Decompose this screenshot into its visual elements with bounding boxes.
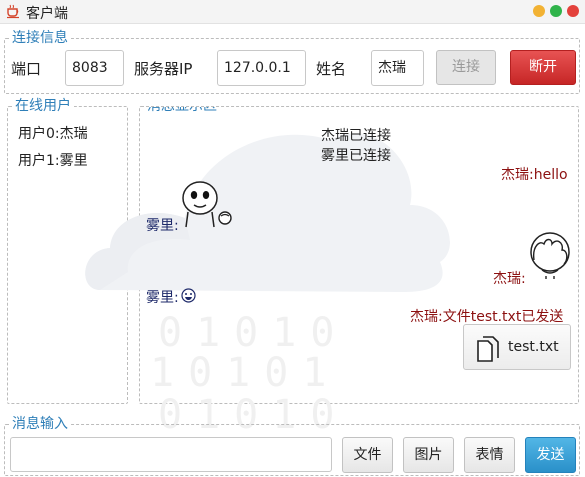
- window-title: 客户端: [26, 6, 68, 22]
- message-input-legend: 消息输入: [9, 415, 71, 433]
- name-field[interactable]: 杰瑞: [371, 50, 424, 86]
- connection-legend: 连接信息: [9, 29, 71, 47]
- maximize-button[interactable]: [550, 5, 562, 17]
- server-ip-field[interactable]: 127.0.0.1: [217, 50, 306, 86]
- other-message: 雾里:: [146, 290, 179, 306]
- connect-button[interactable]: 连接: [436, 50, 496, 85]
- message-display-legend: 消息显示区: [144, 107, 220, 115]
- smiley-emoji-icon: [181, 288, 196, 303]
- online-user-item[interactable]: 用户0:杰瑞: [18, 123, 88, 143]
- image-button[interactable]: 图片: [403, 437, 454, 473]
- file-name: test.txt: [508, 339, 559, 355]
- close-button[interactable]: [567, 5, 579, 17]
- coffee-cup-icon: [7, 4, 19, 19]
- my-message: 杰瑞:hello: [501, 167, 568, 183]
- system-message: 杰瑞已连接: [321, 128, 391, 144]
- port-field[interactable]: 8083: [65, 50, 124, 86]
- emoji-button[interactable]: 表情: [464, 437, 515, 473]
- file-icon: [477, 336, 499, 362]
- sticker-image: [530, 232, 570, 279]
- title-bar: 客户端: [0, 0, 585, 24]
- binary-watermark: 10101: [150, 350, 341, 396]
- sticker-image: [182, 181, 232, 228]
- send-button[interactable]: 发送: [525, 437, 576, 473]
- my-message: 杰瑞:文件test.txt已发送: [410, 309, 564, 325]
- file-attachment-card[interactable]: test.txt: [463, 324, 571, 370]
- minimize-button[interactable]: [533, 5, 545, 17]
- port-label: 端口: [11, 60, 42, 78]
- message-input[interactable]: [10, 437, 332, 472]
- disconnect-button[interactable]: 断开: [510, 50, 576, 85]
- name-label: 姓名: [316, 60, 347, 78]
- system-message: 雾里已连接: [321, 148, 391, 164]
- server-ip-label: 服务器IP: [134, 60, 193, 78]
- online-users-legend: 在线用户: [12, 97, 74, 115]
- file-button[interactable]: 文件: [342, 437, 393, 473]
- my-message: 杰瑞:: [493, 271, 526, 287]
- splitter-handle[interactable]: [131, 236, 135, 264]
- online-user-item[interactable]: 用户1:雾里: [18, 150, 88, 170]
- other-message: 雾里:: [146, 218, 179, 234]
